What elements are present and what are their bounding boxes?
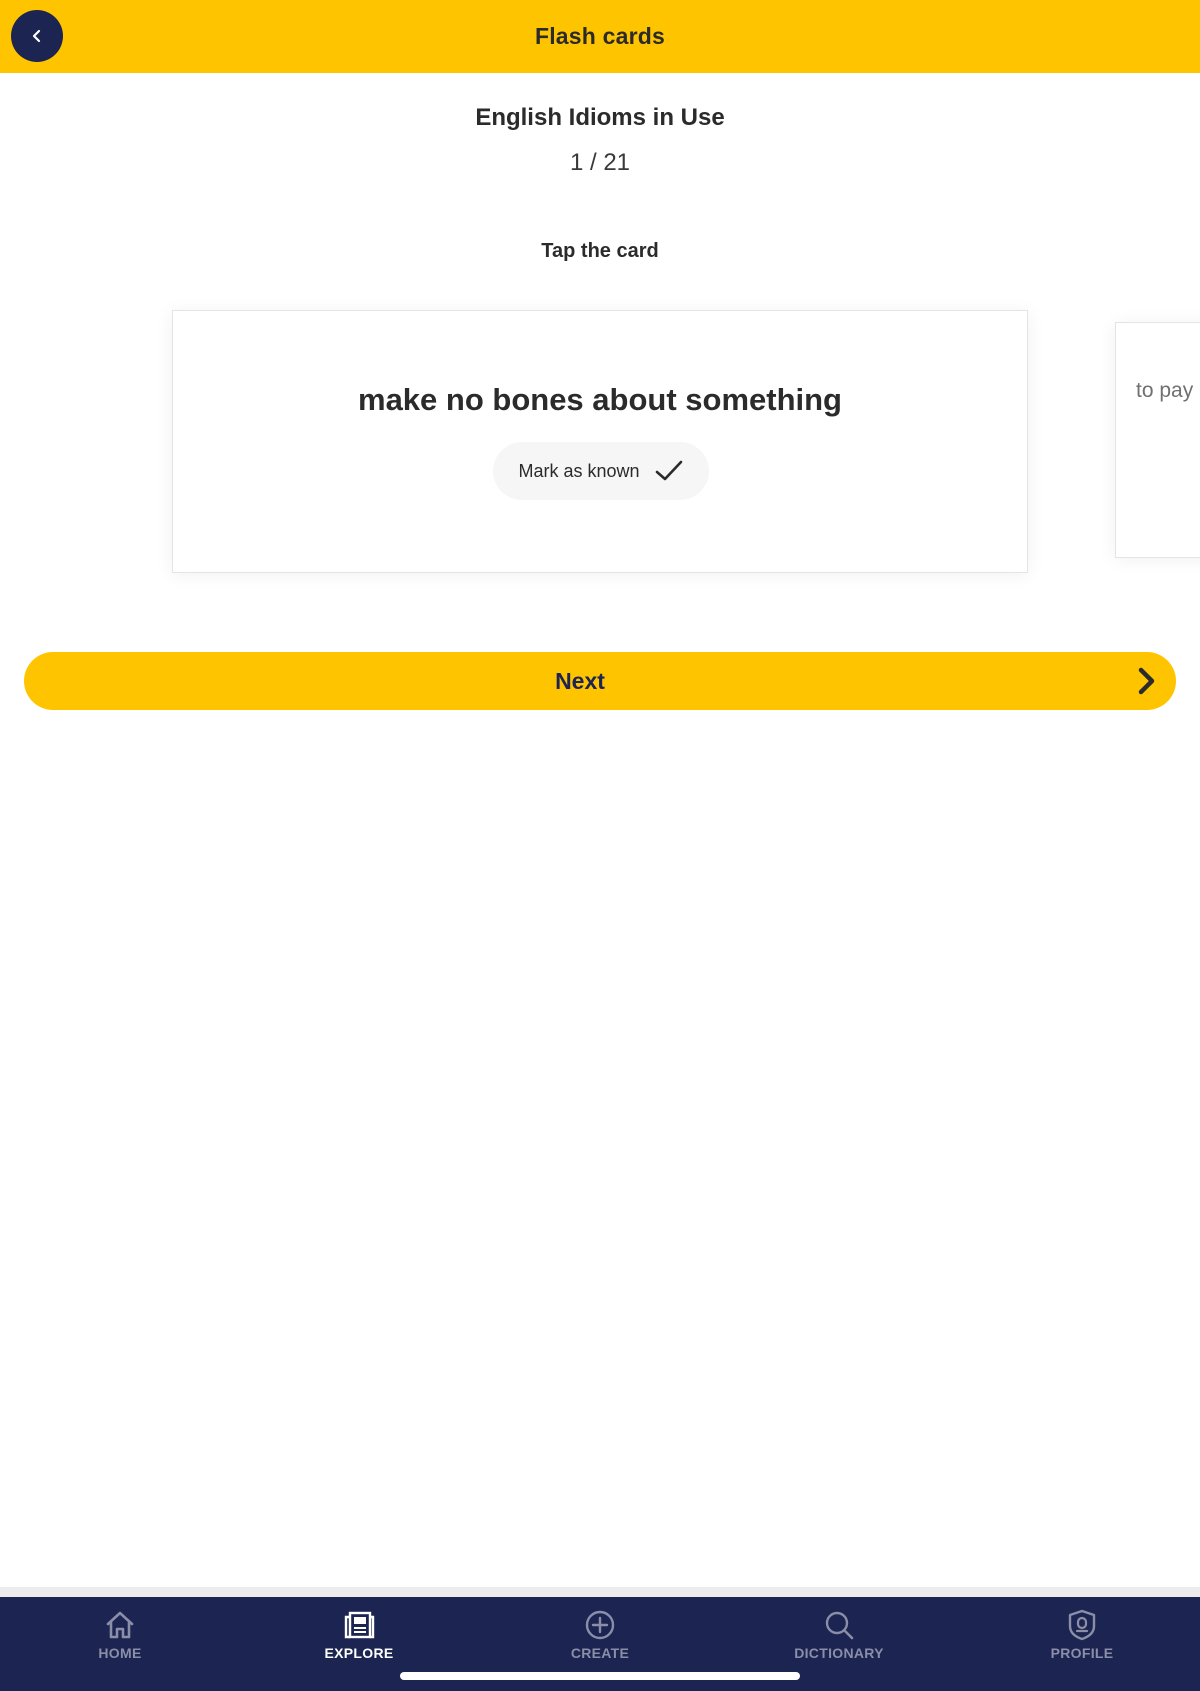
mark-as-known-button[interactable]: Mark as known — [493, 442, 709, 500]
nav-label-dictionary: DICTIONARY — [794, 1645, 884, 1661]
nav-label-home: HOME — [98, 1645, 142, 1661]
chevron-right-icon — [1138, 667, 1155, 695]
nav-item-dictionary[interactable]: DICTIONARY — [739, 1597, 939, 1667]
nav-divider — [0, 1587, 1200, 1597]
chevron-left-icon — [32, 29, 41, 43]
nav-item-home[interactable]: HOME — [20, 1597, 220, 1667]
back-button[interactable] — [11, 10, 63, 62]
nav-label-explore: EXPLORE — [324, 1645, 394, 1661]
card-term: make no bones about something — [358, 382, 842, 417]
flash-cards-screen: Flash cards English Idioms in Use 1 / 21… — [0, 0, 1200, 1691]
next-flash-card-peek[interactable]: to pay — [1115, 322, 1200, 558]
search-icon — [825, 1611, 854, 1640]
newspaper-icon — [344, 1611, 375, 1639]
card-progress: 1 / 21 — [569, 149, 631, 176]
mark-as-known-label: Mark as known — [518, 460, 640, 481]
nav-item-create[interactable]: CREATE — [500, 1597, 700, 1667]
top-bar: Flash cards — [0, 0, 1200, 73]
flash-card[interactable]: make no bones about something Mark as kn… — [172, 310, 1028, 573]
next-card-text: to pay — [1136, 379, 1194, 402]
nav-item-profile[interactable]: PROFILE — [982, 1597, 1182, 1667]
nav-label-profile: PROFILE — [1050, 1645, 1114, 1661]
deck-title: English Idioms in Use — [475, 104, 725, 131]
next-button[interactable]: Next — [24, 652, 1176, 710]
nav-label-create: CREATE — [570, 1645, 630, 1661]
bottom-navigation: HOME EXPLORE CREATE DICTIONARY PROFILE — [0, 1597, 1200, 1691]
next-button-label: Next — [555, 667, 605, 694]
page-title: Flash cards — [534, 23, 666, 49]
home-icon — [106, 1611, 134, 1639]
shield-icon — [1068, 1609, 1096, 1641]
instruction-text: Tap the card — [541, 240, 659, 262]
plus-circle-icon — [585, 1610, 615, 1640]
nav-item-explore[interactable]: EXPLORE — [259, 1597, 459, 1667]
check-icon — [655, 460, 682, 481]
home-indicator — [400, 1672, 800, 1680]
